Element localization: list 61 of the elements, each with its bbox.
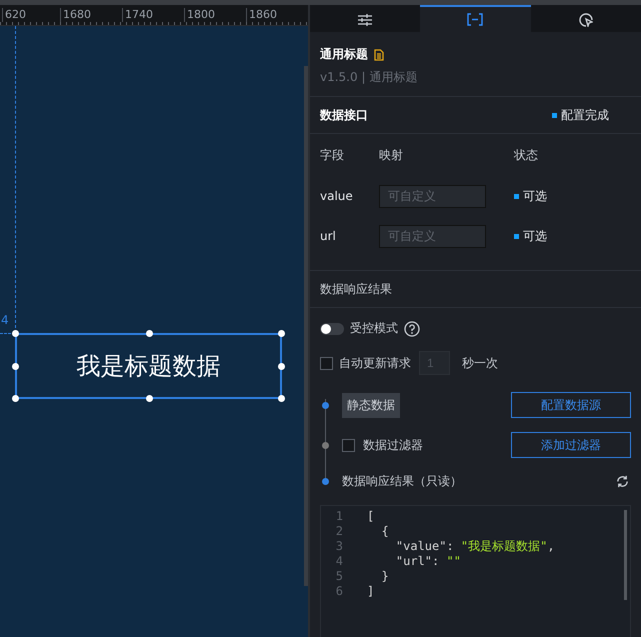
resize-handle[interactable] [146,330,153,337]
guide-label: 4 [1,313,9,327]
resize-handle[interactable] [12,330,19,337]
resize-handle[interactable] [278,330,285,337]
status-text: 可选 [523,228,547,244]
section-title: 数据响应结果 [320,280,392,298]
refresh-icon[interactable] [616,474,629,488]
code-line: "url": "" [394,554,461,569]
title-widget[interactable]: 我是标题数据 [15,333,282,399]
line-number: 6 [334,584,343,599]
toggle-switch[interactable] [320,322,344,334]
checkbox-label: 数据过滤器 [363,436,423,454]
field-name: url [320,229,337,243]
outline-button[interactable]: 配置数据源 [511,392,631,418]
component-title: 通用标题 [320,46,368,63]
column-header: 状态 [514,146,539,164]
field-name: value [320,189,354,203]
line-number: 3 [334,539,343,554]
pointer-icon [578,12,593,26]
step-label: 数据响应结果（只读） [342,472,462,490]
checkbox[interactable] [320,356,333,370]
line-number: 2 [334,524,343,539]
column-header: 映射 [379,146,404,164]
ruler-label: 620 [2,8,26,22]
code-line: [ [367,509,374,524]
code-line: ] [367,584,374,599]
line-number: 5 [334,569,343,584]
resize-handle[interactable] [278,395,285,402]
resize-handle[interactable] [12,363,19,370]
outline-button[interactable]: 添加过滤器 [511,432,631,458]
help-icon[interactable] [404,320,420,336]
source-tag: 静态数据 [342,392,400,418]
unit-label: 秒一次 [462,354,498,372]
status-text: 配置完成 [561,106,609,124]
checkbox[interactable] [342,438,355,452]
tab[interactable] [420,5,531,32]
sliders-icon [358,14,372,26]
ruler-label: 1800 [184,8,215,22]
column-header: 字段 [320,146,345,164]
toggle-label: 受控模式 [350,320,398,337]
line-number: 1 [334,509,343,524]
code-line: { [380,524,389,539]
code-line: } [380,569,389,584]
document-icon[interactable] [374,48,384,60]
status-text: 可选 [523,188,547,204]
code-line: "value": "我是标题数据", [394,539,555,554]
resize-handle[interactable] [278,363,285,370]
ruler-label: 1680 [60,8,91,22]
ruler-label: 1860 [246,8,277,22]
resize-handle[interactable] [12,395,19,402]
scrollbar[interactable] [624,510,627,600]
resize-handle[interactable] [146,395,153,402]
line-number: 4 [334,554,343,569]
ruler-label: 1740 [122,8,153,22]
version-text: v1.5.0 | 通用标题 [320,69,418,86]
mapping-input[interactable]: 可自定义 [379,224,486,248]
brackets-icon [467,13,484,26]
section-title: 数据接口 [320,106,368,124]
checkbox-label: 自动更新请求 [339,354,411,372]
code-editor[interactable]: 1 [ 2 { 3 "value": "我是标题数据", 4 "url": "" 5 } 6 ] [320,505,631,637]
mapping-input[interactable]: 可自定义 [379,184,486,208]
